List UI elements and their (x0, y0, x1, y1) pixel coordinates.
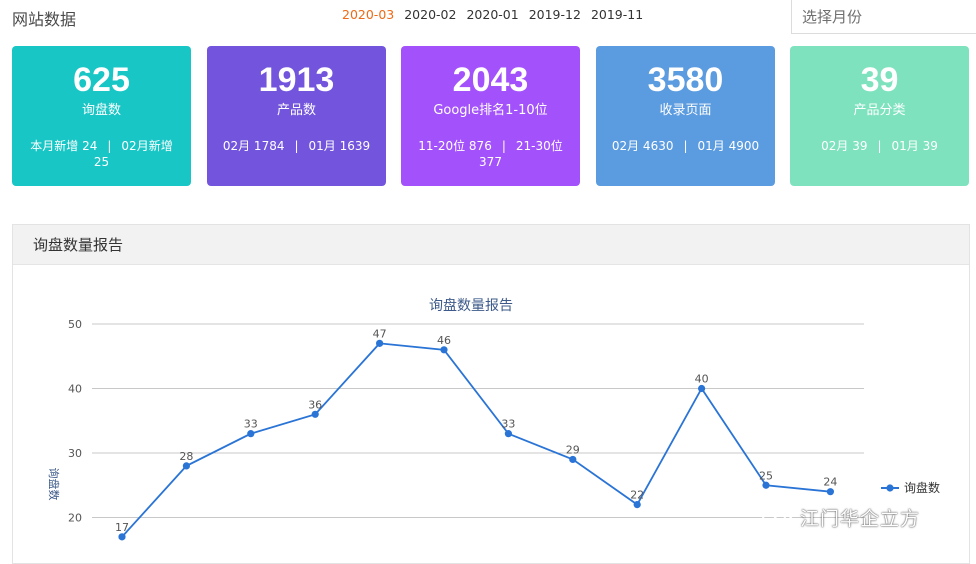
data-label: 24 (823, 476, 837, 489)
data-label: 29 (566, 443, 580, 456)
data-label: 36 (308, 398, 322, 411)
data-point (182, 462, 190, 470)
data-point (569, 455, 577, 464)
data-point (118, 533, 126, 541)
watermark-text: 江门华企立方 (800, 508, 921, 530)
data-label: 28 (179, 450, 193, 463)
inquiry-line-chart: 询盘数量报告 20 30 40 50 询盘数 17 28 33 36 47 46 33 29 22 40 25 2… (47, 297, 940, 541)
data-point (762, 481, 770, 489)
data-label: 40 (695, 373, 709, 386)
data-point (826, 488, 835, 496)
wechat-icon (762, 506, 793, 529)
data-label: 25 (759, 469, 773, 482)
y-tick-label: 30 (68, 447, 82, 460)
y-axis-label: 询盘数 (47, 468, 61, 501)
y-tick-label: 20 (68, 512, 82, 525)
data-point (698, 384, 706, 393)
watermark: 江门华企立方 (760, 504, 920, 531)
data-label: 46 (437, 334, 451, 347)
data-label: 33 (501, 418, 515, 431)
legend-marker (886, 484, 894, 492)
data-point (247, 430, 255, 438)
data-point (633, 501, 641, 509)
data-label: 47 (373, 327, 387, 340)
data-point (440, 346, 448, 354)
y-tick-label: 40 (68, 383, 82, 396)
data-point (504, 430, 512, 438)
data-label: 33 (244, 418, 258, 431)
data-label: 22 (630, 489, 644, 502)
legend-label: 询盘数 (904, 480, 940, 495)
y-tick-label: 50 (68, 318, 82, 331)
chart-title: 询盘数量报告 (429, 297, 513, 314)
series-line (121, 342, 831, 538)
data-label: 17 (115, 521, 129, 534)
data-point (311, 410, 319, 418)
data-point (376, 339, 384, 347)
